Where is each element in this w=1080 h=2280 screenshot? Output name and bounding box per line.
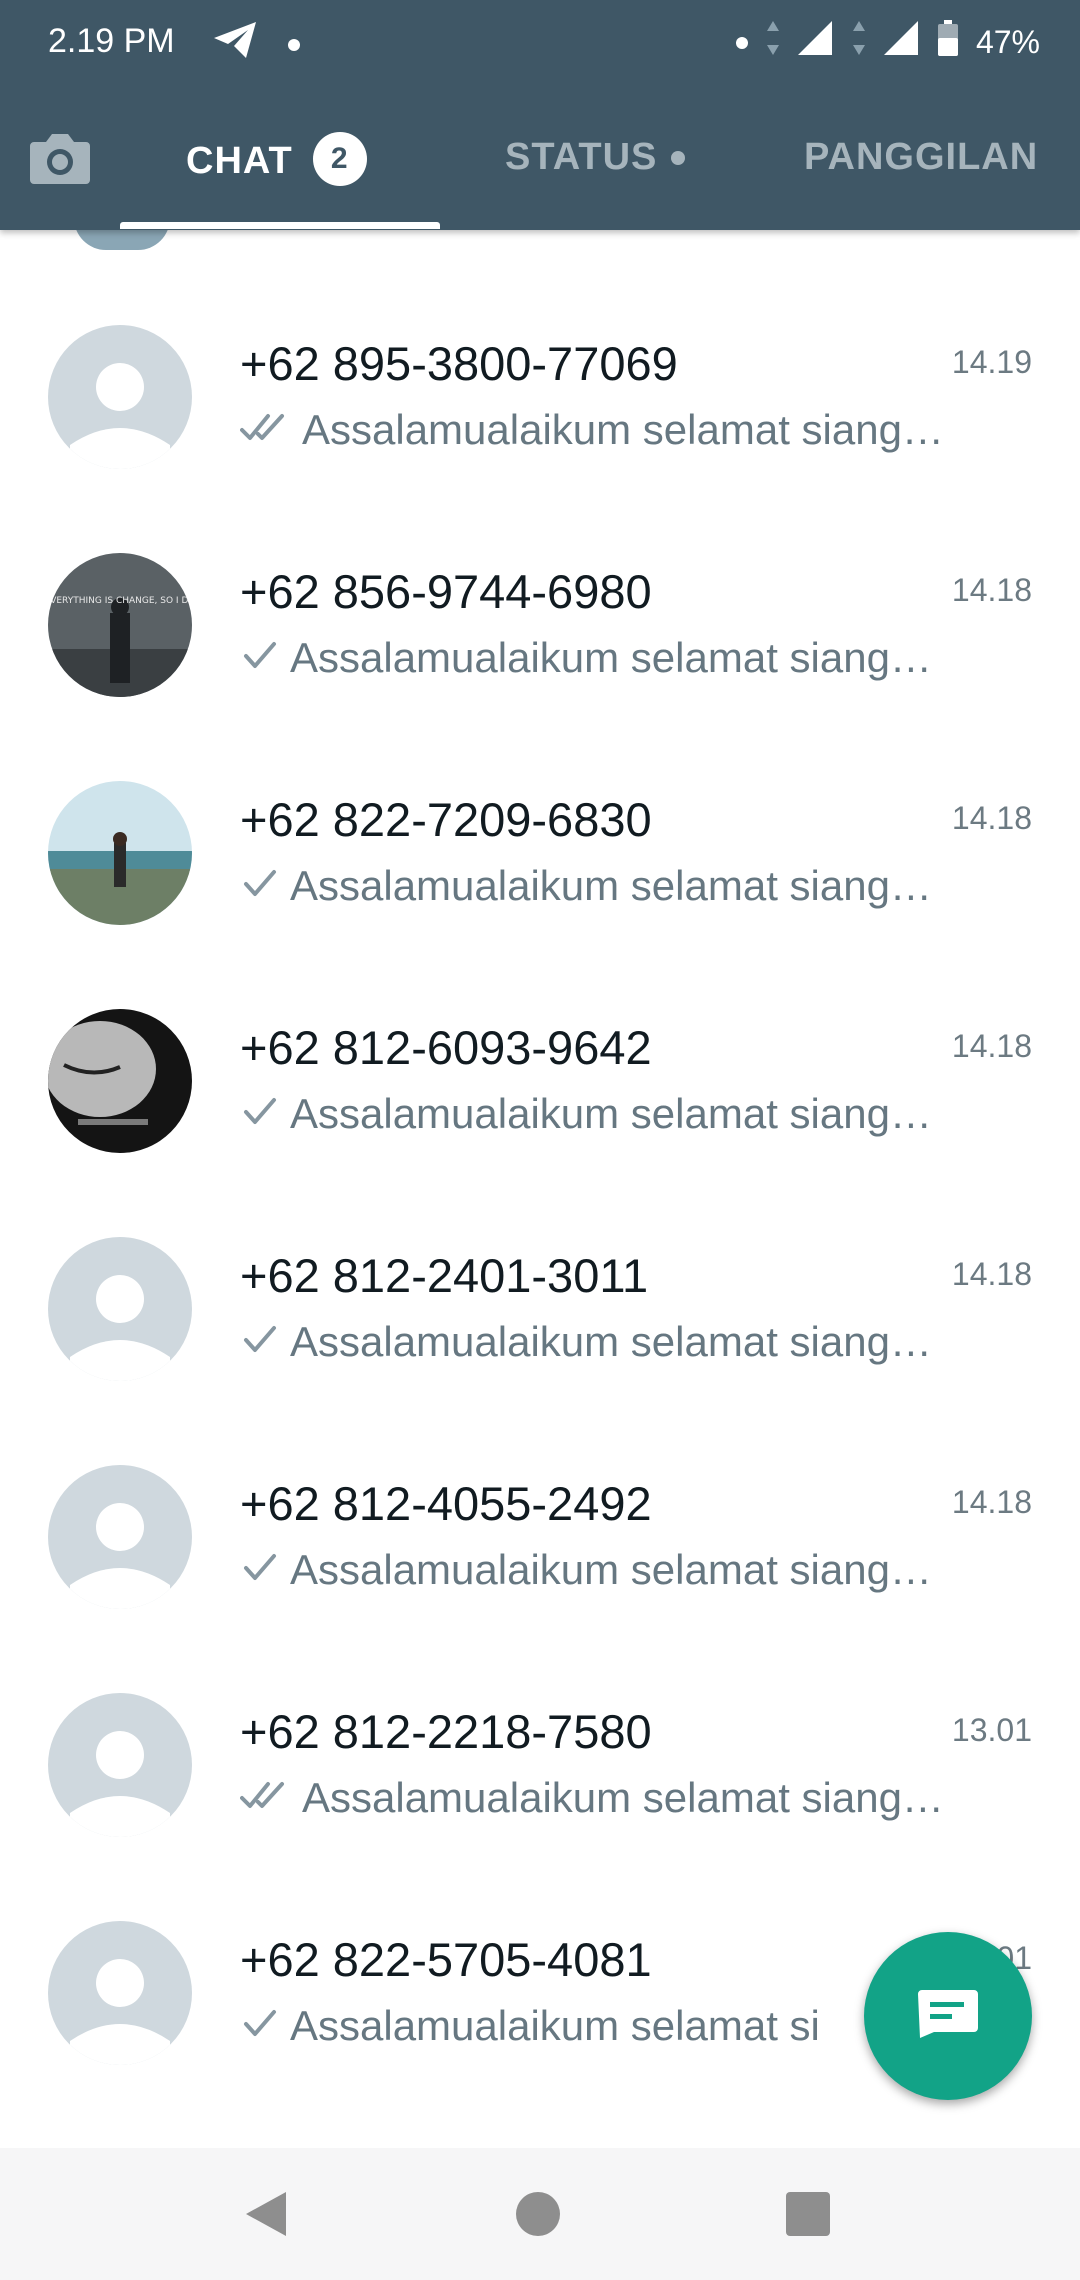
chat-preview: Assalamualaikum selamat siang…	[240, 1774, 944, 1822]
chat-name: +62 822-5705-4081	[240, 1933, 652, 1986]
system-nav-bar	[0, 2148, 1080, 2280]
notification-dot-icon	[288, 38, 300, 51]
single-check-icon	[240, 1546, 280, 1594]
chat-preview: Assalamualaikum selamat siang…	[240, 406, 944, 454]
status-time: 2.19 PM	[48, 22, 175, 60]
home-icon[interactable]	[516, 2192, 560, 2236]
chat-name: +62 812-4055-2492	[240, 1477, 652, 1530]
tab-status[interactable]: STATUS	[505, 136, 686, 179]
dot-icon	[735, 36, 748, 49]
chat-time: 14.18	[951, 1256, 1032, 1292]
tab-status-label: STATUS	[505, 136, 658, 178]
chat-preview: Assalamualaikum selamat siang…	[240, 634, 932, 682]
chat-row[interactable]: +62 812-4055-2492 14.18 Assalamualaikum se…	[0, 1368, 1080, 1609]
avatar-caption: EVERYTHING IS CHANGE, SO I DO	[48, 596, 192, 606]
chat-row[interactable]: +62 812-2401-3011 14.18 Assalamualaikum se…	[0, 1140, 1080, 1381]
data-arrows-icon	[852, 21, 866, 64]
single-check-icon	[240, 1090, 280, 1138]
chat-time: 14.19	[951, 344, 1032, 380]
chat-row[interactable]: +62 812-6093-9642 14.18 Assalamualaikum se…	[0, 912, 1080, 1153]
single-check-icon	[240, 2002, 280, 2050]
chat-time: 13.01	[951, 1712, 1032, 1748]
chat-preview-text: Assalamualaikum selamat siang…	[290, 1090, 932, 1137]
chat-preview-text: Assalamualaikum selamat siang…	[290, 862, 932, 909]
chat-name: +62 812-2401-3011	[240, 1249, 649, 1302]
tab-chat-label: CHAT	[186, 139, 293, 182]
chat-preview-text: Assalamualaikum selamat siang…	[290, 1318, 932, 1365]
chat-preview-text: Assalamualaikum selamat siang…	[290, 634, 932, 681]
tab-chat[interactable]: CHAT 2	[186, 132, 367, 186]
chat-row[interactable]: +62 812-2218-7580 13.01 Assalamualaikum se…	[0, 1596, 1080, 1837]
active-tab-indicator	[120, 222, 440, 229]
chat-preview: Assalamualaikum selamat siang…	[240, 862, 932, 910]
single-check-icon	[240, 634, 280, 682]
chat-row[interactable]: +62 822-7209-6830 14.18 Assalamualaikum se…	[0, 684, 1080, 925]
avatar[interactable]	[48, 1237, 192, 1381]
signal-icon	[797, 21, 834, 64]
chat-preview: Assalamualaikum selamat siang…	[240, 1318, 932, 1366]
chat-time: 14.18	[951, 1028, 1032, 1064]
telegram-icon	[212, 20, 258, 69]
single-check-icon	[240, 862, 280, 910]
chat-name: +62 856-9744-6980	[240, 565, 652, 618]
chat-row[interactable]: +62 895-3800-77069 14.19 Assalamualaikum s…	[0, 228, 1080, 469]
chat-preview-text: Assalamualaikum selamat si	[290, 2002, 820, 2049]
chat-preview-text: Assalamualaikum selamat siang…	[302, 406, 944, 453]
double-check-icon	[240, 1774, 292, 1822]
new-chat-button[interactable]	[864, 1932, 1032, 2100]
battery-percentage: 47%	[975, 24, 1040, 60]
data-arrows-icon	[766, 21, 780, 64]
chat-preview: Assalamualaikum selamat si	[240, 2002, 820, 2050]
recents-icon[interactable]	[786, 2192, 830, 2236]
avatar[interactable]	[48, 1009, 192, 1153]
new-chat-message-icon	[916, 1988, 980, 2045]
status-bar: 2.19 PM 47%	[0, 0, 1080, 88]
status-update-dot-icon	[671, 150, 686, 165]
unread-badge: 2	[312, 132, 367, 186]
chat-preview: Assalamualaikum selamat siang…	[240, 1546, 932, 1594]
tab-calls[interactable]: PANGGILAN	[804, 136, 1038, 179]
battery-icon	[937, 20, 958, 65]
chat-name: +62 822-7209-6830	[240, 793, 652, 846]
avatar[interactable]	[48, 781, 192, 925]
chat-preview-text: Assalamualaikum selamat siang…	[290, 1546, 932, 1593]
avatar[interactable]	[48, 1693, 192, 1837]
signal-icon	[883, 21, 920, 64]
back-icon[interactable]	[244, 2190, 288, 2243]
chat-time: 14.18	[951, 1484, 1032, 1520]
single-check-icon	[240, 1318, 280, 1366]
camera-icon[interactable]	[28, 130, 92, 191]
chat-name: +62 812-6093-9642	[240, 1021, 652, 1074]
chat-name: +62 812-2218-7580	[240, 1705, 652, 1758]
tab-calls-label: PANGGILAN	[804, 136, 1039, 178]
chat-name: +62 895-3800-77069	[240, 337, 678, 390]
chat-preview: Assalamualaikum selamat siang…	[240, 1090, 932, 1138]
app-bar: 2.19 PM 47% CHAT 2 STATUS PANGGILAN	[0, 0, 1080, 230]
avatar[interactable]	[48, 1465, 192, 1609]
avatar[interactable]	[48, 325, 192, 469]
chat-preview-text: Assalamualaikum selamat siang…	[302, 1774, 944, 1821]
chat-time: 14.18	[951, 572, 1032, 608]
chat-time: 14.18	[951, 800, 1032, 836]
avatar[interactable]: EVERYTHING IS CHANGE, SO I DO	[48, 553, 192, 697]
tab-bar: CHAT 2 STATUS PANGGILAN	[0, 88, 1080, 230]
chat-row[interactable]: EVERYTHING IS CHANGE, SO I DO +62 856-974…	[0, 456, 1080, 697]
avatar[interactable]	[48, 1921, 192, 2065]
double-check-icon	[240, 406, 292, 454]
